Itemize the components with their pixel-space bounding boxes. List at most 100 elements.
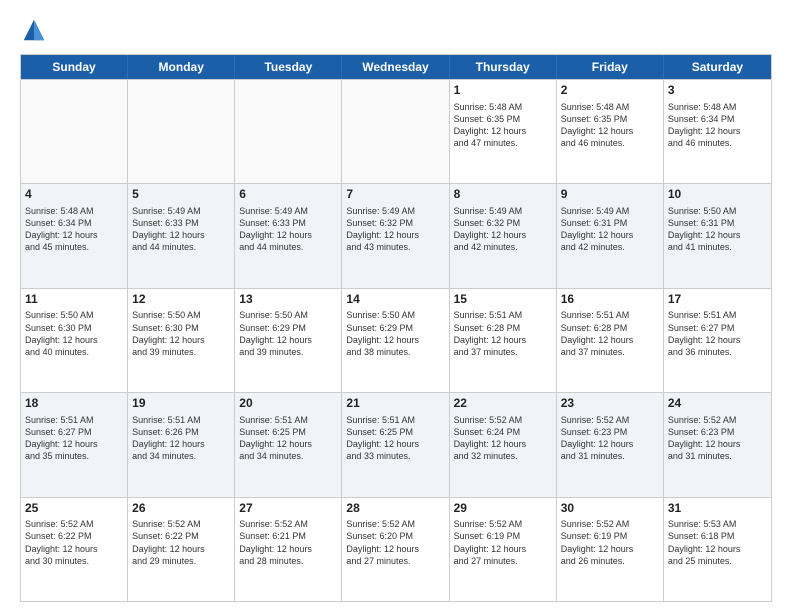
day-number: 27 bbox=[239, 501, 337, 517]
cal-header-tuesday: Tuesday bbox=[235, 55, 342, 79]
calendar-row-1: 4 Sunrise: 5:48 AM Sunset: 6:34 PM Daylig… bbox=[21, 183, 771, 287]
day-number: 21 bbox=[346, 396, 444, 412]
cell-text: Sunrise: 5:48 AM Sunset: 6:34 PM Dayligh… bbox=[25, 205, 123, 254]
cal-header-wednesday: Wednesday bbox=[342, 55, 449, 79]
day-number: 23 bbox=[561, 396, 659, 412]
calendar: SundayMondayTuesdayWednesdayThursdayFrid… bbox=[20, 54, 772, 602]
cal-cell-3-4: 22Sunrise: 5:52 AM Sunset: 6:24 PM Dayli… bbox=[450, 393, 557, 496]
day-number: 5 bbox=[132, 187, 230, 203]
cal-cell-2-5: 16Sunrise: 5:51 AM Sunset: 6:28 PM Dayli… bbox=[557, 289, 664, 392]
cell-text: Sunrise: 5:48 AM Sunset: 6:35 PM Dayligh… bbox=[454, 101, 552, 150]
cal-cell-4-4: 29Sunrise: 5:52 AM Sunset: 6:19 PM Dayli… bbox=[450, 498, 557, 601]
cal-cell-0-5: 2 Sunrise: 5:48 AM Sunset: 6:35 PM Daylig… bbox=[557, 80, 664, 183]
header bbox=[20, 16, 772, 44]
day-number: 25 bbox=[25, 501, 123, 517]
day-number: 29 bbox=[454, 501, 552, 517]
cell-text: Sunrise: 5:49 AM Sunset: 6:32 PM Dayligh… bbox=[454, 205, 552, 254]
cal-header-friday: Friday bbox=[557, 55, 664, 79]
day-number: 2 bbox=[561, 83, 659, 99]
cal-cell-3-2: 20 Sunrise: 5:51 AM Sunset: 6:25 PM Dayli… bbox=[235, 393, 342, 496]
cell-text: Sunrise: 5:48 AM Sunset: 6:35 PM Dayligh… bbox=[561, 101, 659, 150]
day-number: 12 bbox=[132, 292, 230, 308]
cal-cell-3-0: 18 Sunrise: 5:51 AM Sunset: 6:27 PM Dayli… bbox=[21, 393, 128, 496]
cal-header-thursday: Thursday bbox=[450, 55, 557, 79]
cal-cell-1-1: 5Sunrise: 5:49 AM Sunset: 6:33 PM Daylig… bbox=[128, 184, 235, 287]
cal-cell-2-3: 14Sunrise: 5:50 AM Sunset: 6:29 PM Dayli… bbox=[342, 289, 449, 392]
cal-cell-0-3 bbox=[342, 80, 449, 183]
day-number: 14 bbox=[346, 292, 444, 308]
day-number: 3 bbox=[668, 83, 767, 99]
cell-text: Sunrise: 5:51 AM Sunset: 6:26 PM Dayligh… bbox=[132, 414, 230, 463]
cell-text: Sunrise: 5:51 AM Sunset: 6:28 PM Dayligh… bbox=[454, 309, 552, 358]
cell-text: Sunrise: 5:52 AM Sunset: 6:23 PM Dayligh… bbox=[561, 414, 659, 463]
day-number: 9 bbox=[561, 187, 659, 203]
cal-cell-3-5: 23 Sunrise: 5:52 AM Sunset: 6:23 PM Dayli… bbox=[557, 393, 664, 496]
cell-text: Sunrise: 5:50 AM Sunset: 6:30 PM Dayligh… bbox=[132, 309, 230, 358]
cal-header-monday: Monday bbox=[128, 55, 235, 79]
cal-cell-1-5: 9Sunrise: 5:49 AM Sunset: 6:31 PM Daylig… bbox=[557, 184, 664, 287]
cal-cell-2-2: 13Sunrise: 5:50 AM Sunset: 6:29 PM Dayli… bbox=[235, 289, 342, 392]
cal-cell-1-4: 8 Sunrise: 5:49 AM Sunset: 6:32 PM Daylig… bbox=[450, 184, 557, 287]
day-number: 8 bbox=[454, 187, 552, 203]
cell-text: Sunrise: 5:51 AM Sunset: 6:27 PM Dayligh… bbox=[668, 309, 767, 358]
cal-cell-2-4: 15Sunrise: 5:51 AM Sunset: 6:28 PM Dayli… bbox=[450, 289, 557, 392]
cal-header-sunday: Sunday bbox=[21, 55, 128, 79]
day-number: 28 bbox=[346, 501, 444, 517]
cell-text: Sunrise: 5:52 AM Sunset: 6:24 PM Dayligh… bbox=[454, 414, 552, 463]
cell-text: Sunrise: 5:50 AM Sunset: 6:29 PM Dayligh… bbox=[346, 309, 444, 358]
cell-text: Sunrise: 5:53 AM Sunset: 6:18 PM Dayligh… bbox=[668, 518, 767, 567]
day-number: 11 bbox=[25, 292, 123, 308]
cell-text: Sunrise: 5:52 AM Sunset: 6:21 PM Dayligh… bbox=[239, 518, 337, 567]
cal-cell-4-5: 30Sunrise: 5:52 AM Sunset: 6:19 PM Dayli… bbox=[557, 498, 664, 601]
calendar-row-3: 18 Sunrise: 5:51 AM Sunset: 6:27 PM Dayli… bbox=[21, 392, 771, 496]
logo bbox=[20, 16, 52, 44]
day-number: 10 bbox=[668, 187, 767, 203]
cell-text: Sunrise: 5:51 AM Sunset: 6:28 PM Dayligh… bbox=[561, 309, 659, 358]
day-number: 4 bbox=[25, 187, 123, 203]
cal-cell-4-0: 25Sunrise: 5:52 AM Sunset: 6:22 PM Dayli… bbox=[21, 498, 128, 601]
cal-cell-4-1: 26Sunrise: 5:52 AM Sunset: 6:22 PM Dayli… bbox=[128, 498, 235, 601]
cal-cell-4-3: 28Sunrise: 5:52 AM Sunset: 6:20 PM Dayli… bbox=[342, 498, 449, 601]
cell-text: Sunrise: 5:52 AM Sunset: 6:19 PM Dayligh… bbox=[561, 518, 659, 567]
day-number: 24 bbox=[668, 396, 767, 412]
cell-text: Sunrise: 5:50 AM Sunset: 6:29 PM Dayligh… bbox=[239, 309, 337, 358]
cell-text: Sunrise: 5:51 AM Sunset: 6:25 PM Dayligh… bbox=[239, 414, 337, 463]
day-number: 1 bbox=[454, 83, 552, 99]
day-number: 15 bbox=[454, 292, 552, 308]
cal-cell-2-6: 17Sunrise: 5:51 AM Sunset: 6:27 PM Dayli… bbox=[664, 289, 771, 392]
day-number: 13 bbox=[239, 292, 337, 308]
day-number: 26 bbox=[132, 501, 230, 517]
cal-cell-1-2: 6 Sunrise: 5:49 AM Sunset: 6:33 PM Daylig… bbox=[235, 184, 342, 287]
day-number: 19 bbox=[132, 396, 230, 412]
cell-text: Sunrise: 5:52 AM Sunset: 6:22 PM Dayligh… bbox=[132, 518, 230, 567]
logo-icon bbox=[20, 16, 48, 44]
cell-text: Sunrise: 5:52 AM Sunset: 6:19 PM Dayligh… bbox=[454, 518, 552, 567]
cal-cell-4-6: 31Sunrise: 5:53 AM Sunset: 6:18 PM Dayli… bbox=[664, 498, 771, 601]
page: SundayMondayTuesdayWednesdayThursdayFrid… bbox=[0, 0, 792, 612]
cell-text: Sunrise: 5:50 AM Sunset: 6:30 PM Dayligh… bbox=[25, 309, 123, 358]
cal-cell-2-1: 12Sunrise: 5:50 AM Sunset: 6:30 PM Dayli… bbox=[128, 289, 235, 392]
cal-cell-1-3: 7Sunrise: 5:49 AM Sunset: 6:32 PM Daylig… bbox=[342, 184, 449, 287]
cal-cell-3-3: 21Sunrise: 5:51 AM Sunset: 6:25 PM Dayli… bbox=[342, 393, 449, 496]
cal-cell-0-1 bbox=[128, 80, 235, 183]
day-number: 6 bbox=[239, 187, 337, 203]
cal-cell-0-2 bbox=[235, 80, 342, 183]
day-number: 30 bbox=[561, 501, 659, 517]
cal-cell-1-0: 4 Sunrise: 5:48 AM Sunset: 6:34 PM Daylig… bbox=[21, 184, 128, 287]
day-number: 16 bbox=[561, 292, 659, 308]
cal-cell-4-2: 27Sunrise: 5:52 AM Sunset: 6:21 PM Dayli… bbox=[235, 498, 342, 601]
cal-cell-3-6: 24 Sunrise: 5:52 AM Sunset: 6:23 PM Dayli… bbox=[664, 393, 771, 496]
cell-text: Sunrise: 5:49 AM Sunset: 6:32 PM Dayligh… bbox=[346, 205, 444, 254]
cell-text: Sunrise: 5:48 AM Sunset: 6:34 PM Dayligh… bbox=[668, 101, 767, 150]
cal-cell-0-0 bbox=[21, 80, 128, 183]
day-number: 17 bbox=[668, 292, 767, 308]
cell-text: Sunrise: 5:51 AM Sunset: 6:27 PM Dayligh… bbox=[25, 414, 123, 463]
day-number: 18 bbox=[25, 396, 123, 412]
cell-text: Sunrise: 5:49 AM Sunset: 6:33 PM Dayligh… bbox=[239, 205, 337, 254]
cal-cell-1-6: 10Sunrise: 5:50 AM Sunset: 6:31 PM Dayli… bbox=[664, 184, 771, 287]
day-number: 20 bbox=[239, 396, 337, 412]
calendar-row-0: 1 Sunrise: 5:48 AM Sunset: 6:35 PM Daylig… bbox=[21, 79, 771, 183]
cal-header-saturday: Saturday bbox=[664, 55, 771, 79]
cell-text: Sunrise: 5:52 AM Sunset: 6:23 PM Dayligh… bbox=[668, 414, 767, 463]
calendar-header-row: SundayMondayTuesdayWednesdayThursdayFrid… bbox=[21, 55, 771, 79]
